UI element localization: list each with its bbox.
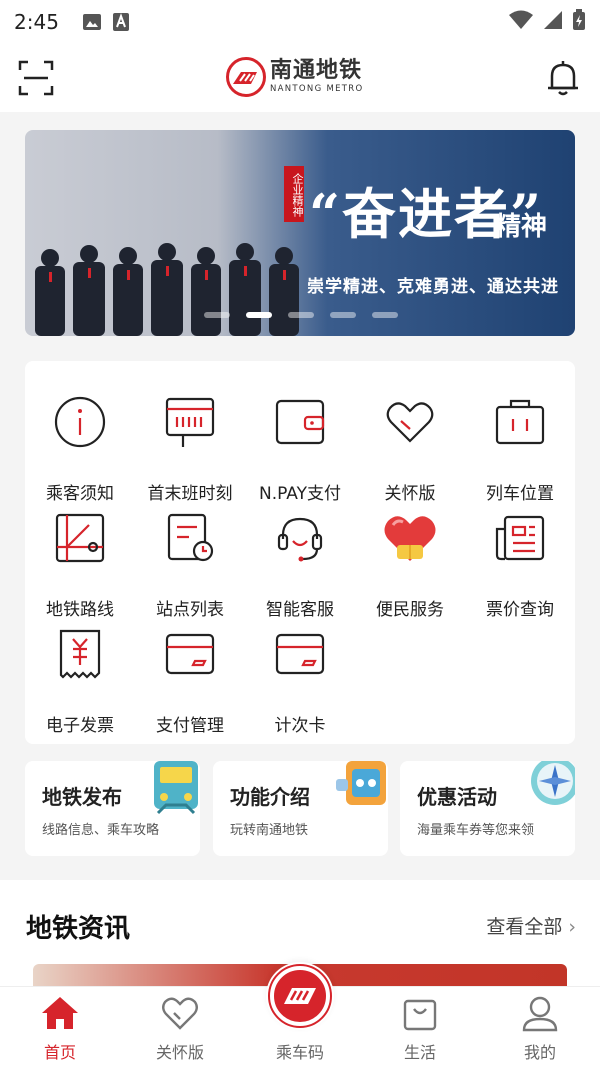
tab-care[interactable]: 关怀版	[120, 993, 240, 1063]
tab-label: 乘车码	[275, 1043, 324, 1062]
view-all-link[interactable]: 查看全部 ›	[486, 912, 576, 939]
card-subtitle: 线路信息、乘车攻略	[42, 823, 160, 838]
tab-label: 我的	[523, 1043, 556, 1062]
carousel-dot-active[interactable]	[246, 312, 272, 318]
tab-label: 关怀版	[155, 1043, 204, 1062]
grid-item-care-mode[interactable]: 关怀版	[355, 395, 465, 511]
function-grid: 乘客须知 首末班时刻 N.PAY支付 关怀版 列车位置 地铁路线 站点列表 智能…	[25, 361, 575, 744]
logo-chinese: 南通地铁	[270, 58, 363, 83]
status-bar: 2:45	[0, 0, 600, 44]
card-promotions[interactable]: 优惠活动 海量乘车券等您来领	[400, 761, 575, 856]
metro-logo-icon	[226, 57, 266, 97]
card-metro-release[interactable]: 地铁发布 线路信息、乘车攻略	[25, 761, 200, 856]
shopping-bag-icon	[403, 999, 437, 1031]
headset-icon	[277, 517, 323, 562]
carousel-dot[interactable]	[204, 312, 230, 318]
header: 南通地铁 NANTONG METRO	[0, 44, 600, 112]
home-icon	[42, 997, 78, 1029]
grid-item-passenger-notice[interactable]: 乘客须知	[25, 395, 135, 511]
station-list-icon	[167, 513, 214, 562]
banner-tag: 企业精神	[284, 166, 304, 222]
grid-item-label: 电子发票	[46, 716, 114, 736]
route-map-icon	[55, 513, 105, 563]
grid-item-e-invoice[interactable]: 电子发票	[25, 627, 135, 743]
card-title: 功能介绍	[230, 785, 310, 809]
status-time: 2:45	[14, 10, 59, 34]
battery-charging-icon	[572, 9, 586, 35]
grid-item-label: 乘客须知	[46, 484, 114, 504]
ride-code-button[interactable]	[266, 962, 334, 1030]
grid-item-label: 支付管理	[156, 716, 224, 736]
train-illustration-icon	[154, 761, 198, 815]
grid-item-smart-service[interactable]: 智能客服	[245, 511, 355, 627]
logo-english: NANTONG METRO	[270, 84, 364, 94]
grid-item-npay[interactable]: N.PAY支付	[245, 395, 355, 511]
card-title: 优惠活动	[417, 785, 497, 809]
compass-illustration-icon	[531, 761, 575, 805]
card-icon	[165, 633, 215, 675]
tab-life[interactable]: 生活	[360, 993, 480, 1063]
grid-item-fare-query[interactable]: 票价查询	[465, 511, 575, 627]
info-icon	[54, 396, 106, 448]
banner-slogan: 崇学精进、克难勇进、通达共进	[307, 277, 559, 297]
info-cards: 地铁发布 线路信息、乘车攻略 功能介绍 玩转南通地铁 优惠活动 海量乘车券等您来…	[25, 761, 575, 856]
tab-home[interactable]: 首页	[0, 993, 120, 1063]
card-feature-intro[interactable]: 功能介绍 玩转南通地铁	[213, 761, 388, 856]
grid-item-label: 计次卡	[274, 716, 326, 736]
tab-mine[interactable]: 我的	[480, 993, 600, 1063]
grid-item-label: 首末班时刻	[147, 484, 233, 504]
app-logo: 南通地铁 NANTONG METRO	[226, 57, 363, 97]
wifi-icon	[508, 10, 534, 34]
service-heart-icon	[384, 516, 436, 561]
grid-item-label: 列车位置	[486, 484, 554, 504]
bell-icon[interactable]	[544, 58, 582, 98]
ride-code-icon	[268, 964, 332, 1028]
grid-item-metro-route[interactable]: 地铁路线	[25, 511, 135, 627]
grid-item-count-card[interactable]: 计次卡	[245, 627, 355, 743]
carousel-dot[interactable]	[288, 312, 314, 318]
grid-item-label: 地铁路线	[46, 600, 114, 620]
timetable-icon	[165, 397, 215, 447]
chevron-right-icon: ›	[568, 916, 576, 938]
grid-item-label: 智能客服	[266, 600, 334, 620]
grid-item-convenience[interactable]: 便民服务	[355, 511, 465, 627]
grid-item-station-list[interactable]: 站点列表	[135, 511, 245, 627]
profile-icon	[522, 996, 558, 1032]
tab-label: 首页	[43, 1043, 76, 1062]
image-notification-icon	[82, 12, 102, 32]
news-title: 地铁资讯	[26, 914, 131, 944]
banner-headline-suffix: 精神	[495, 212, 548, 242]
grid-item-payment-management[interactable]: 支付管理	[135, 627, 245, 743]
view-all-label: 查看全部	[486, 916, 563, 938]
grid-item-label: 票价查询	[486, 600, 554, 620]
card-subtitle: 玩转南通地铁	[230, 823, 309, 838]
carousel-dot[interactable]	[372, 312, 398, 318]
fare-newspaper-icon	[495, 515, 545, 561]
card-subtitle: 海量乘车券等您来领	[417, 823, 535, 838]
grid-item-label: N.PAY支付	[259, 484, 341, 504]
promo-banner[interactable]: 企业精神 “奋进者” 精神 崇学精进、克难勇进、通达共进	[25, 130, 575, 336]
grid-item-timetable[interactable]: 首末班时刻	[135, 395, 245, 511]
grid-item-label: 便民服务	[376, 600, 444, 620]
scan-icon[interactable]	[18, 60, 54, 96]
staff-group-image	[35, 243, 299, 336]
heart-icon	[162, 997, 198, 1030]
wallet-icon	[275, 399, 325, 445]
feature-illustration-icon	[336, 761, 386, 805]
heart-icon	[386, 402, 434, 443]
text-notification-icon	[112, 12, 130, 32]
card-title: 地铁发布	[42, 785, 122, 809]
carousel-dot[interactable]	[330, 312, 356, 318]
tab-label: 生活	[403, 1043, 436, 1062]
train-position-icon	[495, 399, 545, 445]
invoice-icon	[59, 629, 101, 679]
count-card-icon	[275, 633, 325, 675]
carousel-indicator[interactable]	[204, 312, 398, 318]
grid-item-train-position[interactable]: 列车位置	[465, 395, 575, 511]
grid-item-label: 关怀版	[384, 484, 436, 504]
signal-icon	[542, 10, 564, 34]
grid-item-label: 站点列表	[156, 600, 224, 620]
